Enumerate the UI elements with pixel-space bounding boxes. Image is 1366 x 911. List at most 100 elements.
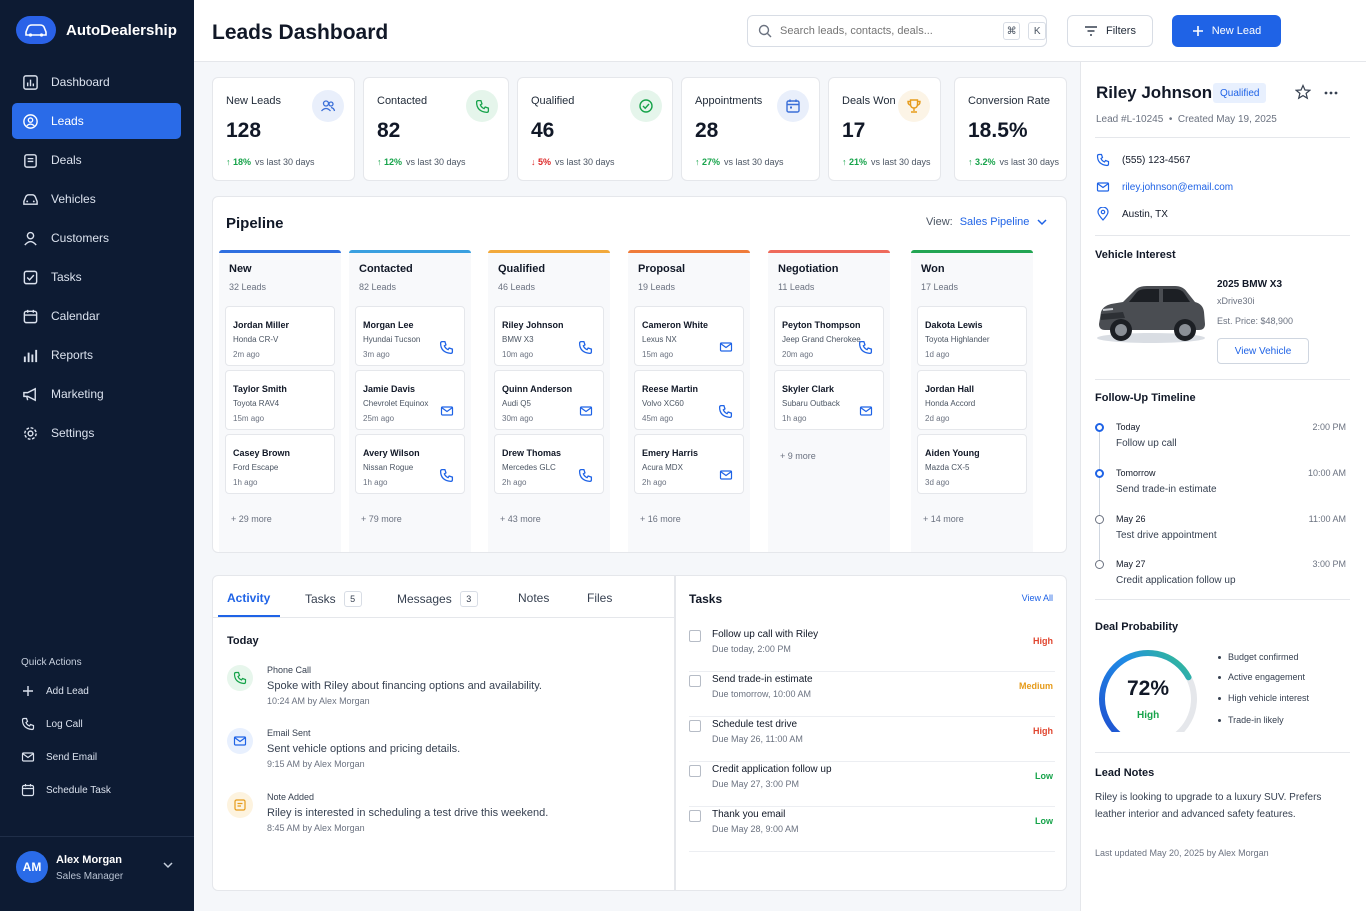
filters-label: Filters: [1106, 25, 1136, 37]
sidebar-item-label: Vehicles: [51, 192, 96, 206]
sidebar-item-vehicles[interactable]: Vehicles: [12, 181, 181, 217]
stat-card[interactable]: Qualified 46 ↓ 5% vs last 30 days: [517, 77, 673, 181]
lead-card-vehicle: Acura MDX: [642, 463, 683, 472]
task-checkbox[interactable]: [689, 765, 701, 777]
timeline-task: Test drive appointment: [1116, 530, 1217, 541]
stat-card[interactable]: Contacted 82 ↑ 12% vs last 30 days: [363, 77, 509, 181]
task-checkbox[interactable]: [689, 675, 701, 687]
divider: [1095, 752, 1350, 753]
sidebar-item-calendar[interactable]: Calendar: [12, 298, 181, 334]
contact-phone[interactable]: (555) 123-4567: [1096, 153, 1190, 167]
sidebar-item-reports[interactable]: Reports: [12, 337, 181, 373]
sidebar-item-dashboard[interactable]: Dashboard: [12, 64, 181, 100]
tab-files[interactable]: Files: [587, 591, 612, 605]
lead-card-vehicle: Subaru Outback: [782, 399, 840, 408]
column-more-link[interactable]: + 29 more: [231, 514, 272, 524]
mail-icon[interactable]: [719, 340, 733, 354]
sidebar-item-settings[interactable]: Settings: [12, 415, 181, 451]
stat-card[interactable]: Appointments 28 ↑ 27% vs last 30 days: [681, 77, 820, 181]
more-options-icon[interactable]: [1324, 91, 1338, 95]
mail-icon[interactable]: [719, 468, 733, 482]
sidebar-item-tasks[interactable]: Tasks: [12, 259, 181, 295]
star-icon[interactable]: [1295, 84, 1311, 100]
lead-card-name: Peyton Thompson: [782, 320, 861, 330]
phone-icon[interactable]: [439, 468, 454, 483]
phone-icon[interactable]: [578, 468, 593, 483]
phone-icon: [21, 717, 35, 731]
contact-email[interactable]: riley.johnson@email.com: [1096, 180, 1233, 194]
column-more-link[interactable]: + 16 more: [640, 514, 681, 524]
lead-card[interactable]: Riley Johnson BMW X3 10m ago: [494, 306, 604, 366]
sidebar-item-leads[interactable]: Leads: [12, 103, 181, 139]
column-more-link[interactable]: + 9 more: [780, 451, 816, 461]
mail-icon[interactable]: [440, 404, 454, 418]
lead-card[interactable]: Cameron White Lexus NX 15m ago: [634, 306, 744, 366]
phone-icon[interactable]: [858, 340, 873, 355]
lead-card-time: 1h ago: [363, 478, 388, 487]
task-checkbox[interactable]: [689, 630, 701, 642]
sidebar-item-marketing[interactable]: Marketing: [12, 376, 181, 412]
column-count: 32 Leads: [229, 282, 267, 292]
phone-icon[interactable]: [718, 404, 733, 419]
lead-card[interactable]: Jamie Davis Chevrolet Equinox 25m ago: [355, 370, 465, 430]
tab-tasks[interactable]: Tasks 5: [305, 591, 362, 607]
lead-card[interactable]: Casey Brown Ford Escape 1h ago: [225, 434, 335, 494]
quick-action-send-email[interactable]: Send Email: [21, 750, 181, 764]
user-menu[interactable]: AM Alex Morgan Sales Manager: [0, 836, 194, 911]
stat-card[interactable]: Deals Won 17 ↑ 21% vs last 30 days: [828, 77, 941, 181]
tab-activity[interactable]: Activity: [227, 591, 270, 605]
stat-card[interactable]: New Leads 128 ↑ 18% vs last 30 days: [212, 77, 355, 181]
lead-card[interactable]: Jordan Hall Honda Accord 2d ago: [917, 370, 1027, 430]
new-lead-button[interactable]: New Lead: [1172, 15, 1281, 47]
arrow-up-icon: ↑: [695, 157, 703, 167]
view-vehicle-button[interactable]: View Vehicle: [1217, 338, 1309, 364]
lead-card[interactable]: Aiden Young Mazda CX-5 3d ago: [917, 434, 1027, 494]
lead-card[interactable]: Dakota Lewis Toyota Highlander 1d ago: [917, 306, 1027, 366]
lead-card[interactable]: Morgan Lee Hyundai Tucson 3m ago: [355, 306, 465, 366]
stat-change-suffix: vs last 30 days: [255, 157, 315, 167]
mail-icon[interactable]: [579, 404, 593, 418]
lead-card[interactable]: Drew Thomas Mercedes GLC 2h ago: [494, 434, 604, 494]
tab-messages[interactable]: Messages 3: [397, 591, 478, 607]
lead-card[interactable]: Jordan Miller Honda CR-V 2m ago: [225, 306, 335, 366]
lead-card[interactable]: Skyler Clark Subaru Outback 1h ago: [774, 370, 884, 430]
phone-icon[interactable]: [578, 340, 593, 355]
column-more-link[interactable]: + 79 more: [361, 514, 402, 524]
brand[interactable]: AutoDealership: [16, 16, 177, 44]
phone-icon[interactable]: [439, 340, 454, 355]
lead-card[interactable]: Avery Wilson Nissan Rogue 1h ago: [355, 434, 465, 494]
stat-card[interactable]: Conversion Rate 18.5% ↑ 3.2% vs last 30 day…: [954, 77, 1067, 181]
mail-icon[interactable]: [859, 404, 873, 418]
stat-value: 28: [695, 119, 719, 142]
lead-card-vehicle: Chevrolet Equinox: [363, 399, 429, 408]
sidebar-item-customers[interactable]: Customers: [12, 220, 181, 256]
column-color-bar: [349, 250, 471, 253]
column-more-link[interactable]: + 14 more: [923, 514, 964, 524]
quick-action-log-call[interactable]: Log Call: [21, 717, 181, 731]
lead-card[interactable]: Emery Harris Acura MDX 2h ago: [634, 434, 744, 494]
pipeline-column: Proposal 19 Leads Cameron White Lexus NX 15m…: [628, 250, 750, 552]
bar-chart-icon: [22, 347, 39, 364]
leads-icon: [22, 113, 39, 130]
quick-action-add-lead[interactable]: Add Lead: [21, 684, 181, 698]
lead-card[interactable]: Reese Martin Volvo XC60 45m ago: [634, 370, 744, 430]
sidebar: AutoDealership Dashboard Leads Deals Veh…: [0, 0, 194, 911]
task-checkbox[interactable]: [689, 720, 701, 732]
view-all-link[interactable]: View All: [1022, 593, 1053, 603]
sidebar-item-deals[interactable]: Deals: [12, 142, 181, 178]
lead-card[interactable]: Peyton Thompson Jeep Grand Cherokee 20m ag…: [774, 306, 884, 366]
lead-card[interactable]: Taylor Smith Toyota RAV4 15m ago: [225, 370, 335, 430]
pipeline-view-select[interactable]: View: Sales Pipeline: [926, 216, 1048, 228]
chevron-down-icon[interactable]: [162, 860, 174, 870]
filters-button[interactable]: Filters: [1067, 15, 1153, 47]
sidebar-item-label: Dashboard: [51, 75, 110, 89]
quick-action-schedule-task[interactable]: Schedule Task: [21, 783, 181, 797]
search-box[interactable]: ⌘ K: [747, 15, 1047, 47]
task-checkbox[interactable]: [689, 810, 701, 822]
pipeline-column: Won 17 Leads Dakota Lewis Toyota Highlander…: [911, 250, 1033, 552]
tab-notes[interactable]: Notes: [518, 591, 549, 605]
column-more-link[interactable]: + 43 more: [500, 514, 541, 524]
lead-card[interactable]: Quinn Anderson Audi Q5 30m ago: [494, 370, 604, 430]
activity-tabs: Activity Tasks 5 Messages 3 Notes Files: [213, 576, 676, 618]
search-input[interactable]: [780, 25, 995, 37]
